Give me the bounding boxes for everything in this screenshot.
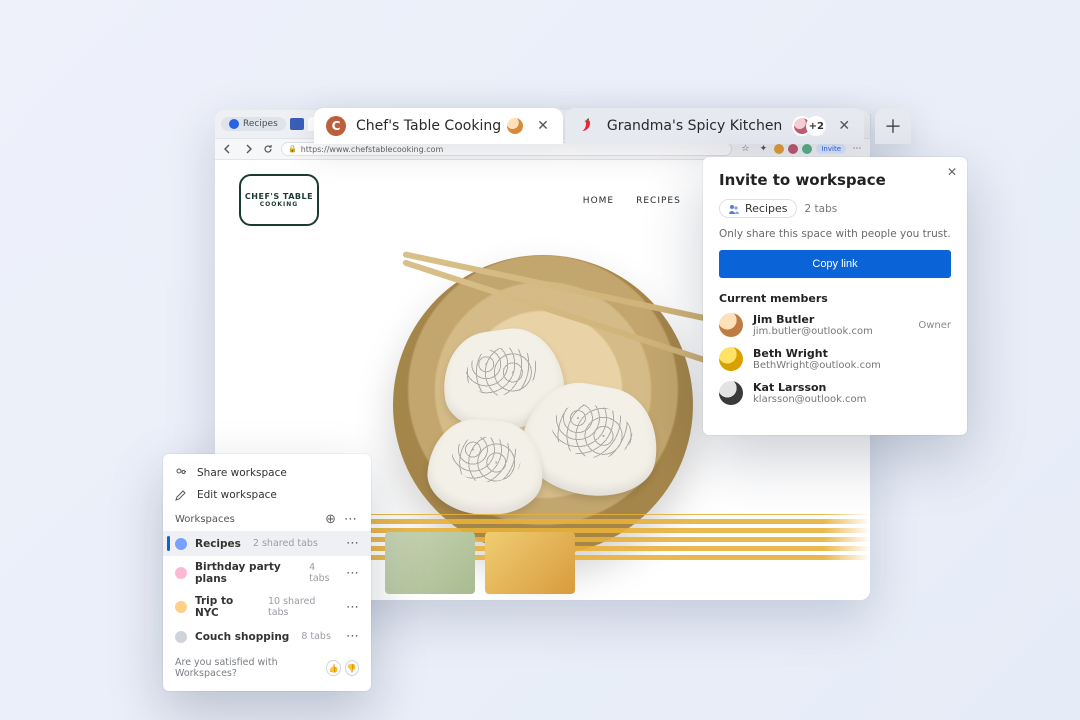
close-tab-icon[interactable]: ✕ [836,118,852,134]
tab-separator [870,114,871,138]
edit-workspace-item[interactable]: Edit workspace [163,484,371,506]
tab-grandmas-kitchen[interactable]: Grandma's Spicy Kitchen +2 ✕ [565,108,864,144]
workspace-color-dot [175,567,187,579]
feedback-row: Are you satisfied with Workspaces? 👍 👎 [163,649,371,681]
member-name: Kat Larsson [753,381,866,394]
thumbs-up-icon[interactable]: 👍 [326,660,340,676]
tab-presence-avatars: +2 [792,116,826,136]
feedback-question: Are you satisfied with Workspaces? [175,657,322,679]
profile-dot-1 [774,144,784,154]
invite-pill[interactable]: Invite [816,144,846,154]
workspaces-heading: Workspaces [175,514,235,525]
invite-hint: Only share this space with people you tr… [719,228,951,240]
workspaces-menu: Share workspace Edit workspace Workspace… [163,454,371,691]
member-name: Beth Wright [753,347,881,360]
workspace-label: Birthday party plans [195,561,297,585]
workspace-label: Couch shopping [195,631,289,643]
workspace-color-dot [175,601,187,613]
workspace-item-nyc[interactable]: Trip to NYC 10 shared tabs ⋯ [163,590,371,624]
brush-stroke-graphic [295,514,870,560]
thumbs-down-icon[interactable]: 👎 [345,660,359,676]
workspace-color-dot [175,631,187,643]
nav-recipes[interactable]: RECIPES [636,196,681,206]
avatar [505,116,525,136]
member-email: jim.butler@outlook.com [753,326,873,337]
forward-button[interactable] [241,142,255,156]
back-button[interactable] [221,142,235,156]
invite-title: Invite to workspace [719,171,951,189]
workspace-item-birthday[interactable]: Birthday party plans 4 tabs ⋯ [163,556,371,590]
workspace-item-recipes[interactable]: Recipes 2 shared tabs ⋯ [163,531,371,556]
recipe-thumb[interactable] [385,532,475,594]
workspaces-more-icon[interactable]: ⋯ [340,512,361,527]
member-row: Beth Wright BethWright@outlook.com [719,347,951,371]
workspace-sub: 2 shared tabs [253,538,318,549]
pencil-icon [175,490,189,501]
avatar [719,381,743,405]
workspace-sub: 4 tabs [309,562,334,584]
share-icon [175,467,189,479]
star-icon[interactable]: ☆ [738,142,752,156]
workspace-chip-label: Recipes [745,202,788,215]
profile-dot-2 [788,144,798,154]
avatar [719,347,743,371]
member-row: Kat Larsson klarsson@outlook.com [719,381,951,405]
big-tab-strip: C Chef's Table Cooking ✕ Grandma's Spicy… [314,108,911,144]
app-menu-button[interactable]: ⋯ [850,142,864,156]
member-row: Jim Butler jim.butler@outlook.com Owner [719,313,951,337]
workspace-item-more-icon[interactable]: ⋯ [342,536,363,551]
site-nav: HOME RECIPES A [583,196,710,206]
workspace-sub: 8 tabs [301,631,331,642]
favicon-c: C [326,116,346,136]
workspace-icon [229,119,239,129]
member-email: klarsson@outlook.com [753,394,866,405]
share-workspace-item[interactable]: Share workspace [163,462,371,484]
workspace-item-more-icon[interactable]: ⋯ [342,629,363,644]
tab-chefs-table[interactable]: C Chef's Table Cooking ✕ [314,108,563,144]
extensions-icon[interactable]: ✦ [756,142,770,156]
menu-item-label: Share workspace [197,467,287,479]
workspace-pill[interactable]: Recipes [221,117,286,131]
member-name: Jim Butler [753,313,873,326]
copy-link-button[interactable]: Copy link [719,250,951,278]
logo-line-1: CHEF'S TABLE [245,192,313,201]
site-logo-badge: CHEF'S TABLE COOKING [239,174,319,226]
nav-home[interactable]: HOME [583,196,614,206]
logo-line-2: COOKING [260,201,298,208]
workspace-pill-label: Recipes [243,119,278,129]
workspace-chip[interactable]: Recipes [719,199,797,218]
workspace-item-couch[interactable]: Couch shopping 8 tabs ⋯ [163,624,371,649]
workspace-color-dot [175,538,187,550]
tab-count: 2 tabs [805,203,838,215]
tab-title: Chef's Table Cooking [356,118,501,134]
vertical-tabs-icon[interactable] [290,118,304,130]
add-workspace-button[interactable]: ⊕ [321,512,340,527]
invite-panel: ✕ Invite to workspace Recipes 2 tabs Onl… [703,157,967,435]
member-role: Owner [918,320,951,331]
favicon-pepper [577,116,597,136]
workspace-item-more-icon[interactable]: ⋯ [342,566,363,581]
recipe-thumb[interactable] [485,532,575,594]
workspace-sub: 10 shared tabs [268,596,334,618]
refresh-button[interactable] [261,142,275,156]
workspace-label: Recipes [195,538,241,550]
lock-icon: 🔒 [288,145,297,153]
avatar [719,313,743,337]
close-icon[interactable]: ✕ [947,165,957,179]
workspaces-heading-row: Workspaces ⊕ ⋯ [163,506,371,531]
tab-title: Grandma's Spicy Kitchen [607,118,782,134]
address-bar[interactable]: 🔒 https://www.chefstablecooking.com [281,142,732,156]
people-icon [728,203,740,215]
close-tab-icon[interactable]: ✕ [535,118,551,134]
address-url: https://www.chefstablecooking.com [301,145,444,154]
workspace-label: Trip to NYC [195,595,256,619]
members-heading: Current members [719,292,951,305]
menu-item-label: Edit workspace [197,489,277,501]
member-email: BethWright@outlook.com [753,360,881,371]
profile-dot-3 [802,144,812,154]
tab-presence-avatars [511,116,525,136]
workspace-item-more-icon[interactable]: ⋯ [342,600,363,615]
new-tab-button[interactable]: ＋ [875,108,911,144]
avatar-overflow-badge: +2 [806,116,826,136]
